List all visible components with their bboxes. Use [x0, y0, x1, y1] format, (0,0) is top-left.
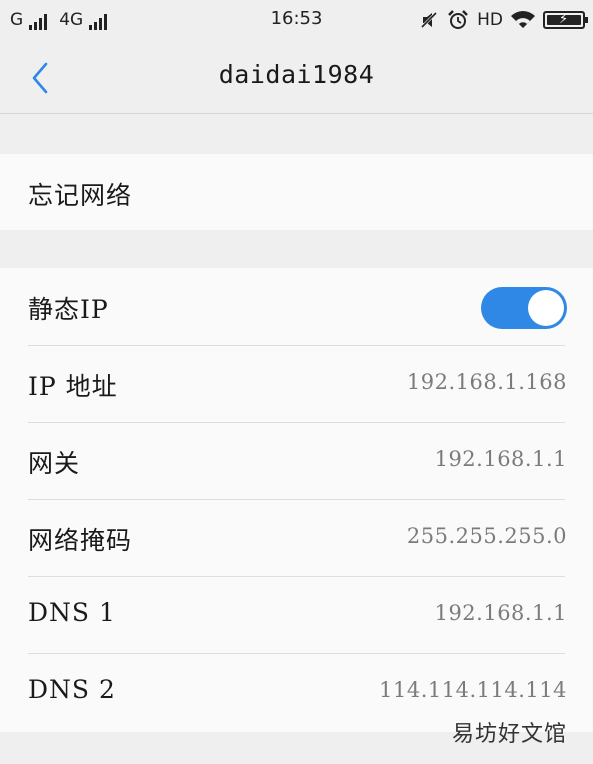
- ip-address-value: 192.168.1.168: [406, 370, 567, 394]
- watermark: 易坊好文馆: [451, 722, 567, 747]
- gateway-label: 网关: [28, 449, 81, 478]
- static-ip-section: 静态IP IP 地址 192.168.1.168 网关 192.168.1.1 …: [0, 268, 593, 732]
- forget-network-button[interactable]: 忘记网络: [0, 154, 593, 230]
- alarm-icon: [448, 10, 469, 29]
- status-right: HD ⚡: [419, 9, 588, 31]
- dns1-value: 192.168.1.1: [434, 601, 567, 625]
- nav-bar: daidai1984: [0, 40, 593, 114]
- netmask-value: 255.255.255.0: [406, 524, 567, 548]
- netmask-row[interactable]: 网络掩码 255.255.255.0: [0, 499, 593, 576]
- netmask-label: 网络掩码: [28, 526, 133, 555]
- dns2-value: 114.114.114.114: [379, 678, 567, 702]
- status-bar: G 4G 16:53 HD ⚡: [0, 0, 593, 40]
- ip-address-row[interactable]: IP 地址 192.168.1.168: [0, 345, 593, 422]
- dns1-label: DNS 1: [28, 598, 116, 627]
- wifi-icon: [511, 11, 535, 28]
- static-ip-label: 静态IP: [28, 295, 109, 324]
- page-title: daidai1984: [218, 60, 375, 89]
- toggle-knob: [528, 290, 564, 326]
- hd-label: HD: [477, 10, 503, 30]
- dns2-label: DNS 2: [28, 675, 116, 704]
- mute-icon: [421, 11, 438, 29]
- battery-charging-icon: ⚡: [543, 11, 588, 29]
- gateway-value: 192.168.1.1: [434, 447, 567, 471]
- gateway-row[interactable]: 网关 192.168.1.1: [0, 422, 593, 499]
- static-ip-toggle[interactable]: [481, 287, 567, 329]
- dns1-row[interactable]: DNS 1 192.168.1.1: [0, 576, 593, 653]
- ip-address-label: IP 地址: [28, 372, 118, 401]
- forget-network-label: 忘记网络: [28, 181, 133, 210]
- static-ip-row: 静态IP: [0, 268, 593, 345]
